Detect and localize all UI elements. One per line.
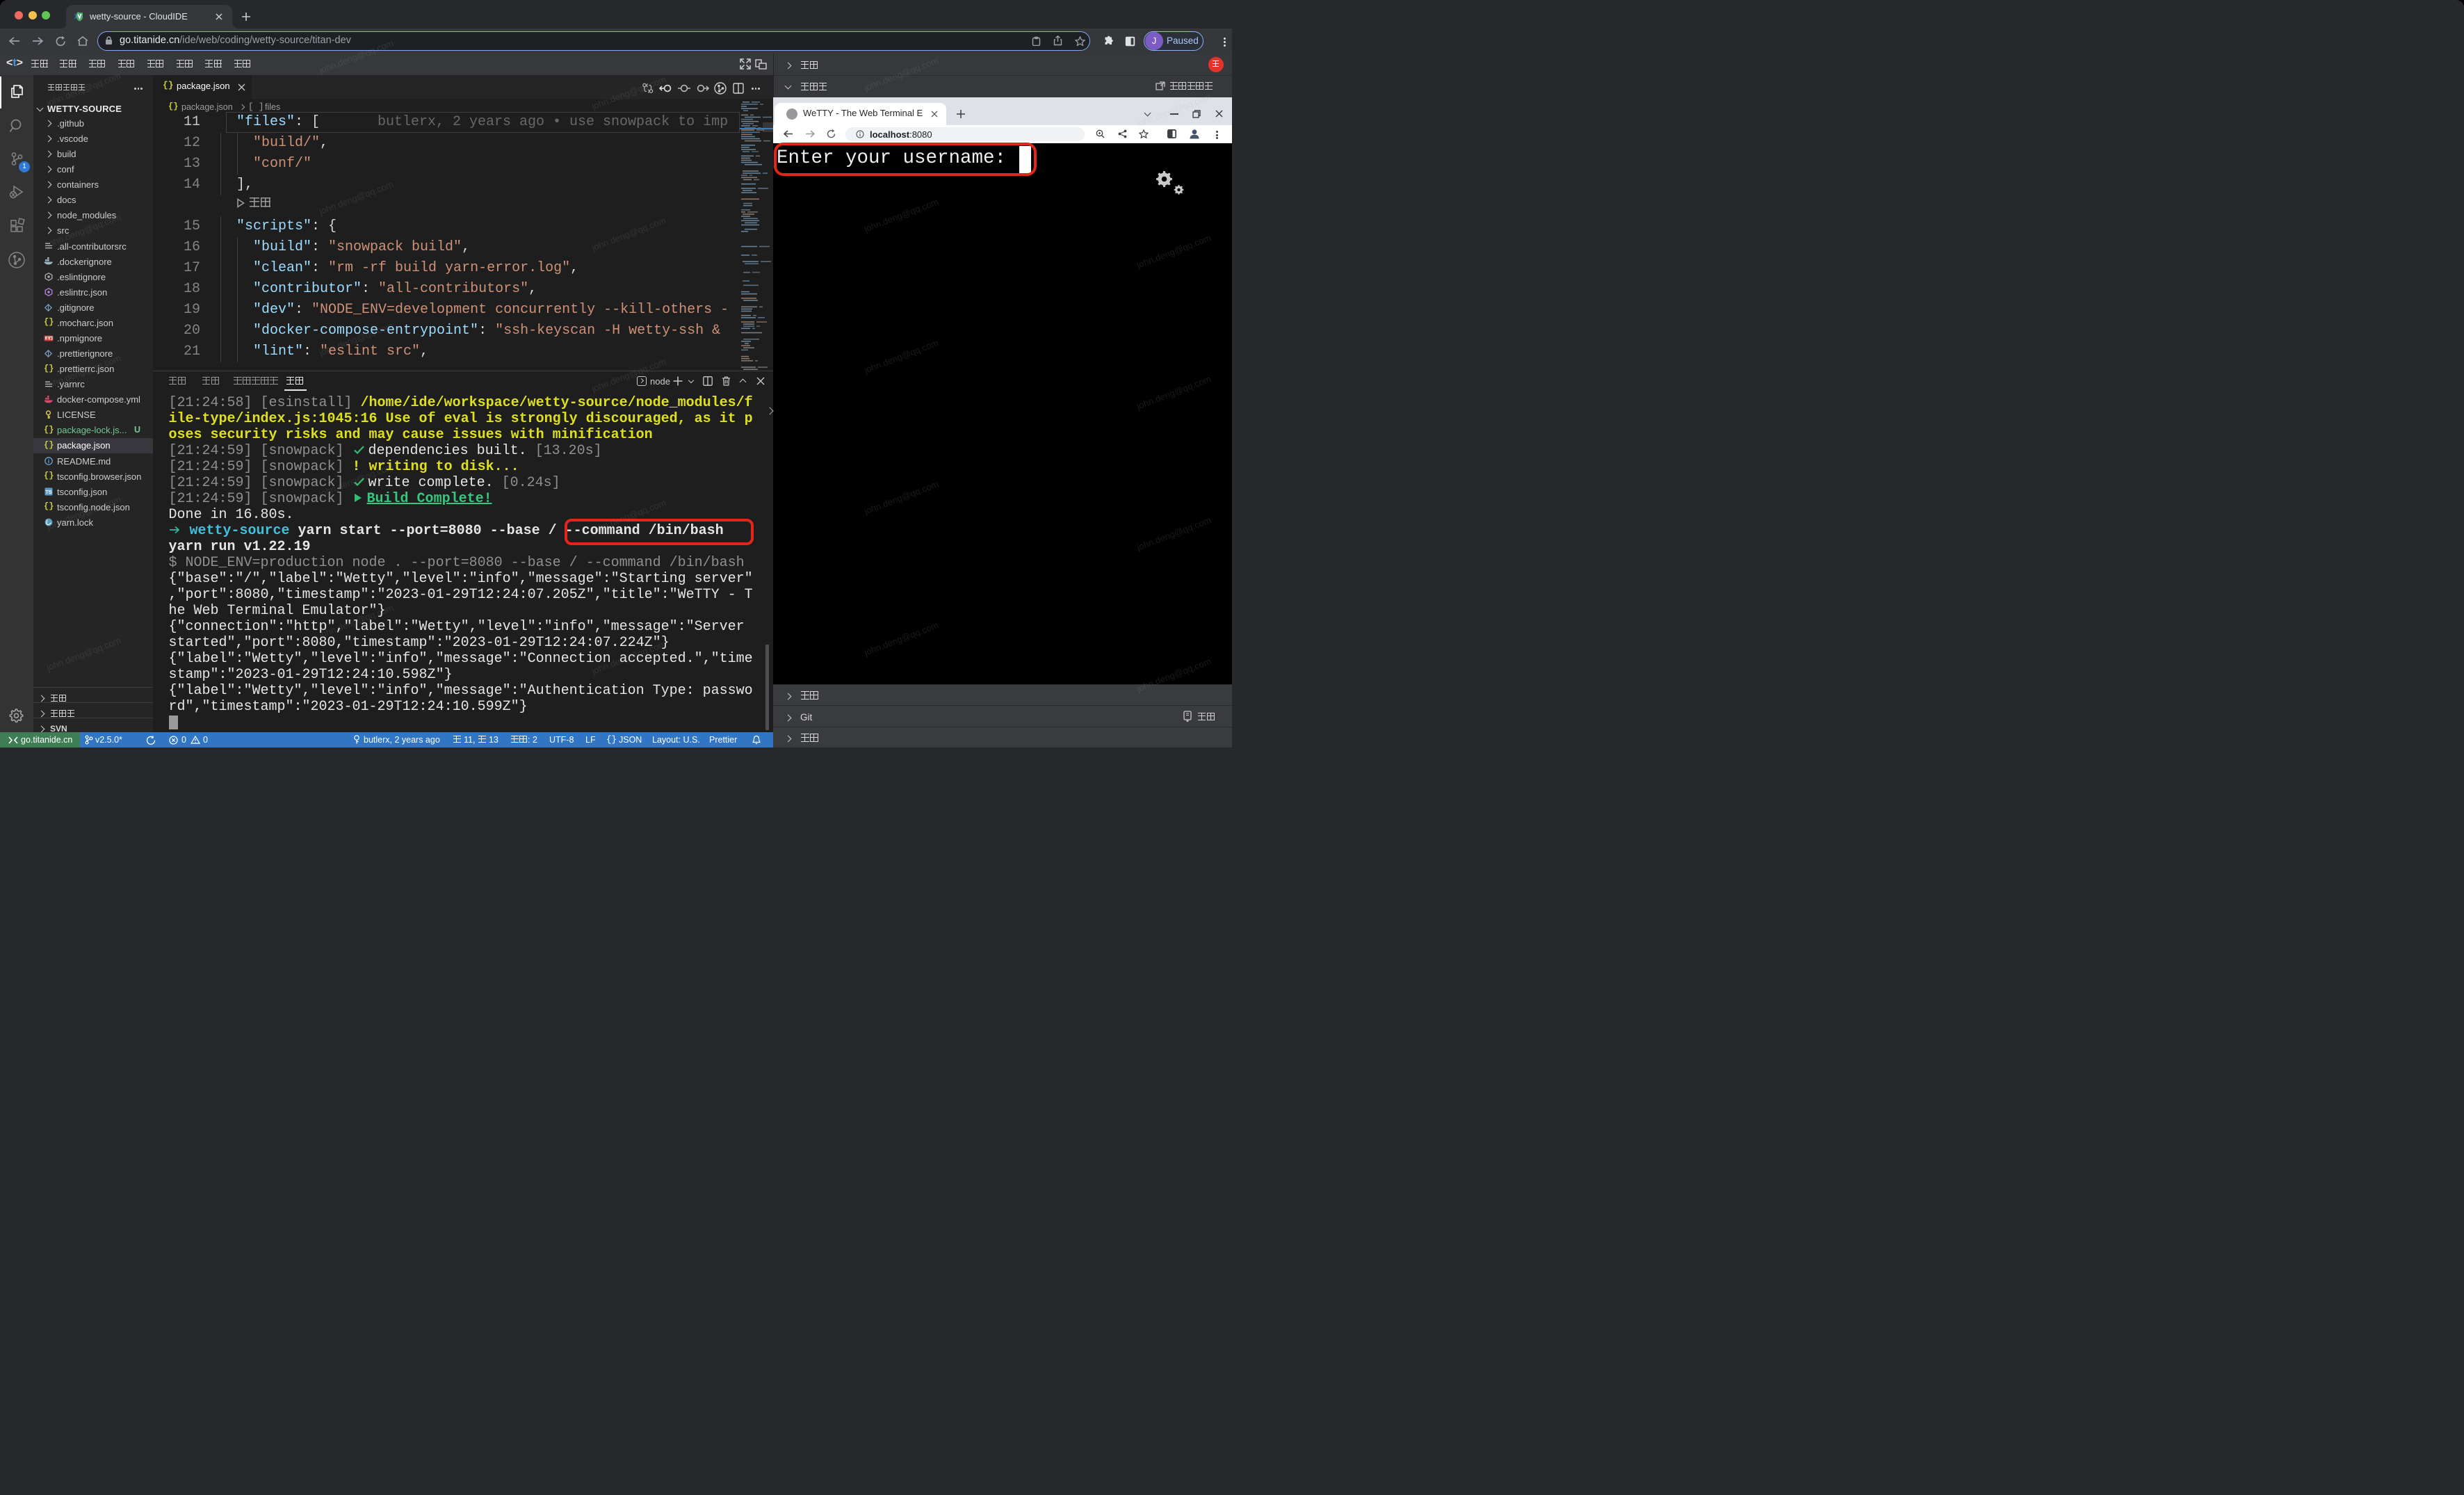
svg-text:TS: TS	[45, 489, 52, 495]
